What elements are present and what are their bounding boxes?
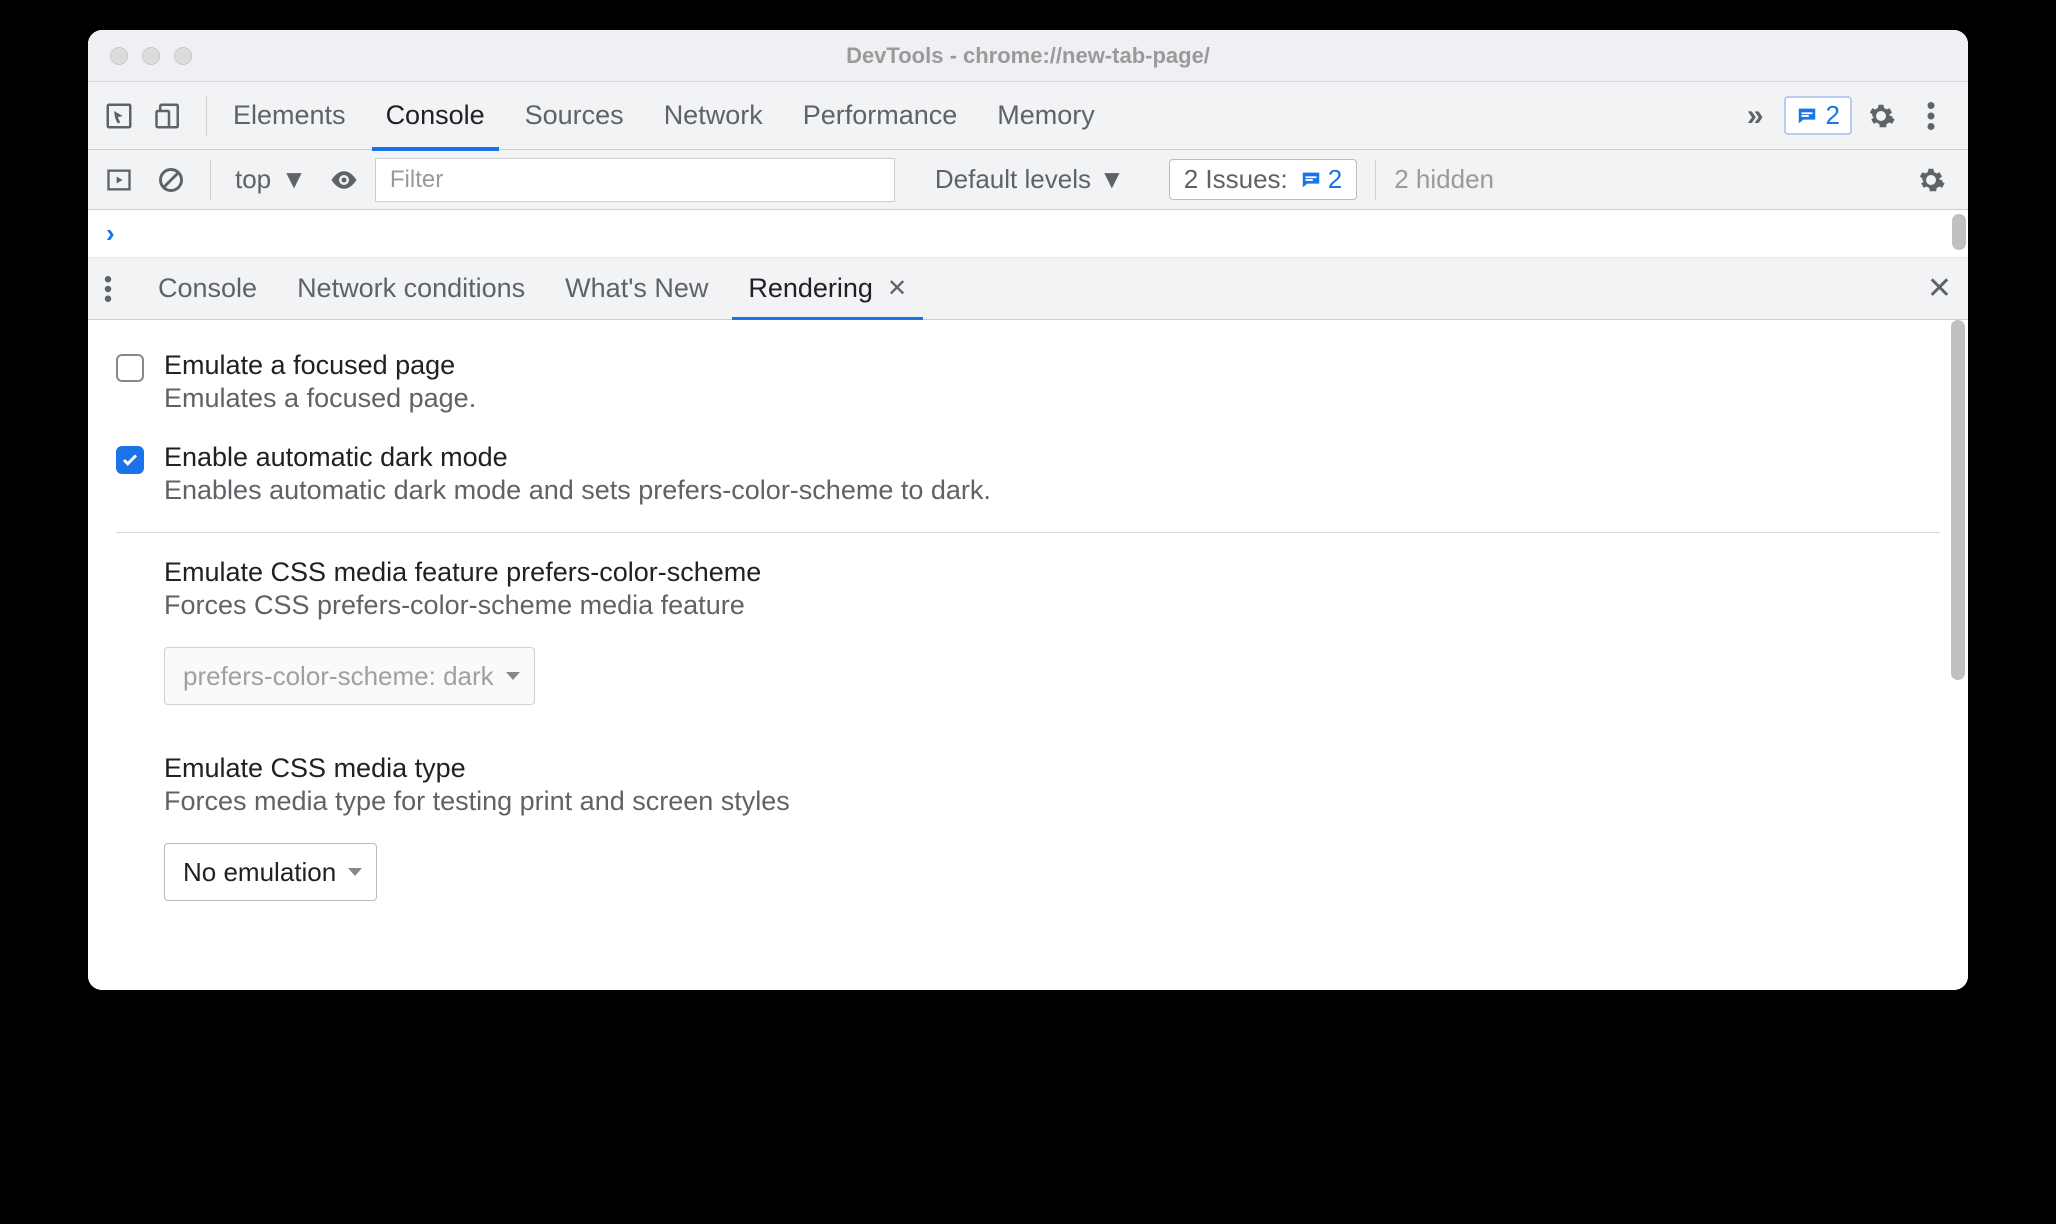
filter-input[interactable] — [375, 158, 895, 202]
tab-sources[interactable]: Sources — [525, 82, 624, 150]
option-title: Enable automatic dark mode — [164, 442, 991, 473]
separator — [206, 96, 207, 136]
checkbox-auto-dark-mode[interactable] — [116, 446, 144, 474]
dropdown-icon: ▼ — [281, 164, 307, 195]
console-subbar: top ▼ Default levels ▼ 2 Issues: 2 2 hid… — [88, 150, 1968, 210]
section-title: Emulate CSS media type — [164, 753, 1940, 784]
separator — [210, 160, 211, 200]
tab-performance[interactable]: Performance — [803, 82, 958, 150]
tab-console[interactable]: Console — [386, 82, 485, 150]
option-emulate-focused-page: Emulate a focused page Emulates a focuse… — [116, 340, 1940, 432]
message-icon — [1796, 105, 1818, 127]
live-expression-icon[interactable] — [323, 159, 365, 201]
tab-label: Sources — [525, 100, 624, 131]
close-tab-icon[interactable]: ✕ — [887, 274, 907, 303]
drawer-more-icon[interactable] — [98, 276, 118, 302]
message-icon — [1300, 169, 1322, 191]
dropdown-icon — [506, 672, 520, 680]
select-value: No emulation — [183, 857, 336, 888]
scrollbar-thumb[interactable] — [1952, 214, 1966, 250]
device-toggle-icon[interactable] — [148, 95, 190, 137]
console-prompt[interactable]: › — [88, 210, 1968, 258]
tab-label: Elements — [233, 100, 346, 131]
messages-badge[interactable]: 2 — [1784, 96, 1852, 135]
separator — [1375, 160, 1376, 200]
window-title: DevTools - chrome://new-tab-page/ — [88, 43, 1968, 69]
hidden-count[interactable]: 2 hidden — [1394, 164, 1494, 195]
tab-label: Network — [664, 100, 763, 131]
console-settings-icon[interactable] — [1910, 159, 1952, 201]
option-auto-dark-mode: Enable automatic dark mode Enables autom… — [116, 432, 1940, 524]
section-prefers-color-scheme: Emulate CSS media feature prefers-color-… — [116, 557, 1940, 705]
section-media-type: Emulate CSS media type Forces media type… — [116, 753, 1940, 901]
section-title: Emulate CSS media feature prefers-color-… — [164, 557, 1940, 588]
checkbox-emulate-focused[interactable] — [116, 354, 144, 382]
select-media-type[interactable]: No emulation — [164, 843, 377, 901]
tab-label: Console — [386, 100, 485, 131]
section-desc: Forces CSS prefers-color-scheme media fe… — [164, 590, 1940, 621]
drawer-tab-rendering[interactable]: Rendering ✕ — [748, 258, 907, 320]
inspect-element-icon[interactable] — [98, 95, 140, 137]
toggle-sidebar-icon[interactable] — [98, 159, 140, 201]
levels-label: Default levels — [935, 164, 1091, 195]
dropdown-icon: ▼ — [1099, 164, 1125, 195]
issues-button[interactable]: 2 Issues: 2 — [1169, 159, 1358, 200]
close-drawer-icon[interactable]: ✕ — [1927, 271, 1952, 306]
option-title: Emulate a focused page — [164, 350, 476, 381]
dropdown-icon — [348, 868, 362, 876]
drawer-tab-network-conditions[interactable]: Network conditions — [297, 258, 525, 320]
tab-label: Console — [158, 273, 257, 304]
main-toolbar: Elements Console Sources Network Perform… — [88, 82, 1968, 150]
more-tabs-icon[interactable]: » — [1735, 99, 1776, 133]
tab-network[interactable]: Network — [664, 82, 763, 150]
clear-console-icon[interactable] — [150, 159, 192, 201]
prompt-caret-icon: › — [106, 218, 115, 249]
more-options-icon[interactable] — [1910, 95, 1952, 137]
divider — [116, 532, 1940, 533]
option-desc: Emulates a focused page. — [164, 383, 476, 414]
select-prefers-color-scheme[interactable]: prefers-color-scheme: dark — [164, 647, 535, 705]
tab-label: Performance — [803, 100, 958, 131]
settings-icon[interactable] — [1860, 95, 1902, 137]
tab-label: Network conditions — [297, 273, 525, 304]
panel-scrollbar-thumb[interactable] — [1951, 320, 1965, 680]
tab-elements[interactable]: Elements — [233, 82, 346, 150]
check-icon — [121, 451, 139, 469]
tab-memory[interactable]: Memory — [997, 82, 1095, 150]
badge-count: 2 — [1826, 100, 1840, 131]
titlebar: DevTools - chrome://new-tab-page/ — [88, 30, 1968, 82]
drawer-tabs: Console Network conditions What's New Re… — [88, 258, 1968, 320]
drawer-tab-console[interactable]: Console — [158, 258, 257, 320]
context-selector[interactable]: top ▼ — [229, 164, 313, 195]
option-desc: Enables automatic dark mode and sets pre… — [164, 475, 991, 506]
devtools-window: DevTools - chrome://new-tab-page/ Elemen… — [88, 30, 1968, 990]
rendering-panel: Emulate a focused page Emulates a focuse… — [88, 320, 1968, 990]
tab-label: What's New — [565, 273, 708, 304]
select-value: prefers-color-scheme: dark — [183, 661, 494, 692]
tab-label: Rendering — [748, 273, 873, 304]
log-levels-selector[interactable]: Default levels ▼ — [935, 164, 1125, 195]
section-desc: Forces media type for testing print and … — [164, 786, 1940, 817]
main-tabs: Elements Console Sources Network Perform… — [233, 82, 1095, 150]
issues-label: 2 Issues: — [1184, 164, 1288, 195]
context-label: top — [235, 164, 271, 195]
tab-label: Memory — [997, 100, 1095, 131]
drawer-tab-whats-new[interactable]: What's New — [565, 258, 708, 320]
issues-count: 2 — [1328, 164, 1342, 195]
